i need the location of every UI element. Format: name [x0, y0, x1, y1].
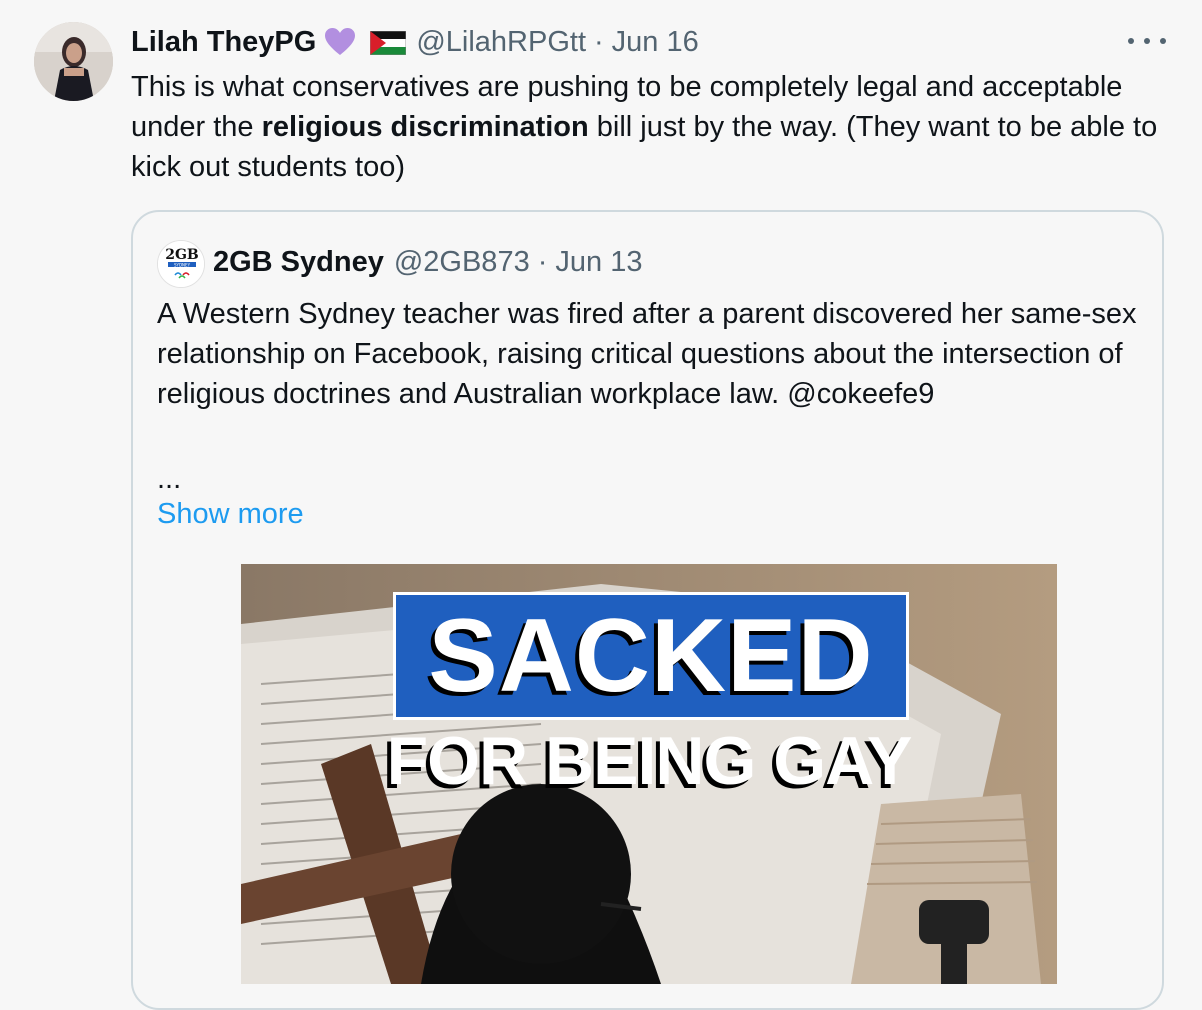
quoted-avatar-text: 2GB — [165, 247, 199, 263]
quoted-tweet-card[interactable]: 2GB SYDNEY 2GB Sydney @2GB873 · Jun 13 A… — [131, 210, 1164, 1010]
more-options-icon[interactable] — [1128, 28, 1166, 54]
quoted-author-handle[interactable]: @2GB873 — [394, 246, 530, 279]
tweet-header: Lilah TheyPG @LilahRPGtt · Jun 16 — [131, 24, 699, 60]
quoted-separator-dot: · — [537, 245, 548, 278]
quoted-tweet-media[interactable]: SACKED FOR BEING GAY — [241, 564, 1057, 984]
quoted-author-avatar[interactable]: 2GB SYDNEY — [157, 240, 205, 288]
show-more-link[interactable]: Show more — [157, 494, 304, 534]
tweet-date[interactable]: Jun 16 — [612, 26, 699, 59]
tweet-text-bold: religious discrimination — [261, 111, 589, 143]
media-subheadline: FOR BEING GAY — [386, 723, 913, 799]
separator-dot: · — [594, 25, 604, 58]
quoted-avatar-subtext: SYDNEY — [174, 262, 191, 267]
palestine-flag-icon — [369, 30, 407, 56]
media-headline: SACKED — [428, 597, 874, 714]
author-avatar[interactable] — [34, 22, 113, 101]
author-avatar-image — [34, 22, 113, 101]
quoted-tweet-text: A Western Sydney teacher was fired after… — [157, 298, 1137, 410]
author-handle[interactable]: @LilahRPGtt — [416, 26, 586, 59]
purple-heart-icon — [324, 27, 356, 57]
author-name[interactable]: Lilah TheyPG — [131, 26, 316, 59]
quoted-text-ellipsis: ... — [157, 463, 182, 495]
quoted-tweet-header: 2GB Sydney @2GB873 · Jun 13 — [213, 244, 642, 280]
tweet-text: This is what conservatives are pushing t… — [131, 67, 1171, 187]
quoted-tweet-date[interactable]: Jun 13 — [555, 246, 642, 279]
headline-box: SACKED — [393, 592, 909, 720]
2gb-logo-icon: 2GB SYDNEY — [158, 241, 204, 287]
quoted-author-name[interactable]: 2GB Sydney — [213, 246, 384, 279]
